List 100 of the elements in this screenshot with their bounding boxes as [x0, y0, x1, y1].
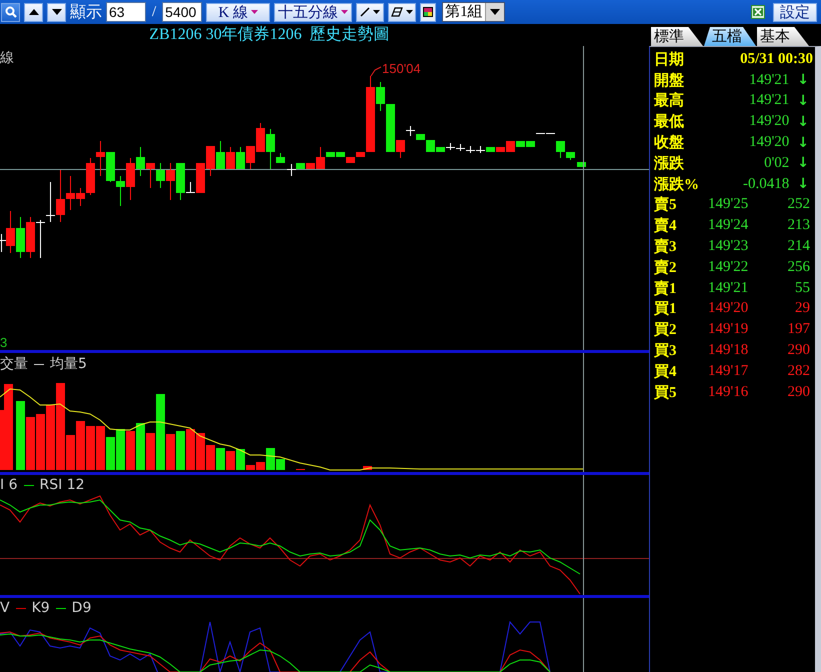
price-value: 149'18 — [708, 342, 750, 360]
doji-candlestick — [406, 126, 416, 136]
arrow-icon: ↓ — [797, 114, 809, 130]
legend-label: V — [0, 600, 10, 616]
volume-bar — [106, 437, 115, 470]
group-select[interactable]: 第1組 — [442, 2, 505, 22]
spreadsheet-icon — [751, 5, 765, 19]
depth-label: 賣2 — [654, 258, 678, 277]
volume-bar — [363, 466, 372, 470]
down-triangle-icon — [52, 9, 62, 15]
arrow-icon: ↓ — [797, 176, 809, 192]
legend-label: I 6 — [0, 477, 18, 493]
line-tool-button[interactable] — [356, 2, 384, 22]
chart-label: 線 — [0, 49, 14, 67]
interval-dropdown[interactable]: 十五分線 — [274, 2, 352, 22]
up-button[interactable] — [24, 2, 43, 22]
start-field[interactable]: 63 — [106, 2, 146, 22]
doji-candlestick — [46, 182, 56, 222]
field-label: 漲跌% — [654, 176, 700, 194]
legend-label: 均量5 — [50, 355, 87, 373]
field-label: 最高 — [654, 91, 685, 110]
field-label: 日期 — [654, 50, 685, 69]
volume-value: 55 — [794, 280, 811, 297]
depth-label: 買2 — [654, 321, 678, 340]
export-button[interactable] — [749, 2, 767, 22]
volume-bar — [136, 423, 145, 470]
volume-value: 197 — [786, 321, 811, 338]
caret-icon — [373, 10, 380, 14]
candlestick — [146, 162, 155, 188]
chart-type-dropdown[interactable]: K 線 — [206, 2, 270, 22]
up-triangle-icon — [28, 9, 38, 15]
doji-candlestick — [36, 220, 46, 258]
caret-icon — [406, 10, 414, 14]
volume-bar — [96, 426, 105, 470]
candlestick — [16, 216, 25, 258]
volume-bar — [216, 448, 225, 470]
date-value: 05/31 00:30 — [739, 50, 813, 68]
search-button[interactable] — [1, 2, 20, 22]
line-icon — [360, 7, 370, 17]
search-icon — [4, 6, 16, 18]
price-value: 0'02 — [763, 154, 790, 172]
doji-candlestick — [286, 164, 296, 176]
depth-label: 賣1 — [654, 279, 678, 298]
volume-bar — [86, 426, 95, 470]
down-button[interactable] — [47, 2, 66, 22]
candlestick — [196, 162, 205, 194]
settings-button[interactable]: 設定 — [773, 2, 817, 22]
price-value: 149'20 — [748, 113, 790, 130]
price-value: 149'24 — [708, 217, 750, 234]
candlestick — [577, 162, 586, 168]
volume-bar — [76, 421, 85, 470]
candlestick — [246, 146, 255, 170]
price-value: 149'25 — [708, 196, 750, 214]
price-value: 149'21 — [708, 280, 750, 297]
depth-label: 買5 — [654, 384, 678, 402]
volume-value: 214 — [786, 238, 811, 256]
chart-label: 3 — [0, 336, 8, 350]
display-label: 顯示 — [70, 2, 102, 22]
candlestick — [176, 162, 185, 200]
field-label: 漲跌 — [654, 154, 685, 173]
caret-icon — [250, 10, 258, 14]
price-value: 149'21 — [748, 92, 790, 110]
candlestick — [116, 176, 125, 206]
candlestick — [96, 140, 105, 176]
candlestick — [206, 146, 215, 176]
depth-label: 賣4 — [654, 216, 678, 236]
volume-value: 213 — [786, 217, 811, 234]
doji-candlestick — [186, 182, 196, 194]
candlestick — [6, 210, 15, 254]
candlestick — [106, 152, 115, 182]
tab[interactable]: 標準 — [651, 27, 703, 46]
arrow-icon: ↓ — [797, 92, 809, 109]
leader-line — [370, 66, 382, 76]
volume-bar — [116, 429, 125, 470]
count-field[interactable]: 5400 — [162, 2, 202, 22]
price-value: 149'17 — [708, 362, 750, 380]
candlestick — [236, 146, 245, 170]
chart-title: ZB1206 30年債券1206 歷史走勢圖 — [148, 24, 391, 45]
candlestick — [26, 216, 35, 258]
field-label: 開盤 — [654, 72, 685, 90]
candlestick — [226, 146, 235, 170]
price-value: 149'23 — [708, 238, 750, 256]
eraser-icon — [391, 7, 404, 17]
tab[interactable]: 基本 — [757, 27, 809, 46]
price-value: 149'20 — [708, 300, 750, 318]
candlestick — [256, 122, 265, 152]
candlestick — [216, 140, 225, 170]
tab[interactable]: 五檔 — [704, 27, 756, 46]
volume-value: 290 — [786, 384, 811, 401]
eraser-button[interactable] — [388, 2, 416, 22]
volume-value: 290 — [786, 342, 811, 360]
arrow-icon: ↓ — [797, 134, 809, 151]
volume-bar — [186, 429, 195, 470]
volume-value: 29 — [794, 300, 811, 318]
field-label: 最低 — [654, 112, 685, 132]
palette-button[interactable] — [420, 2, 436, 22]
legend-label: 交量 — [0, 355, 28, 373]
volume-bar — [46, 405, 55, 470]
field-label: 收盤 — [654, 134, 685, 152]
dropdown-arrow-icon — [490, 9, 500, 15]
